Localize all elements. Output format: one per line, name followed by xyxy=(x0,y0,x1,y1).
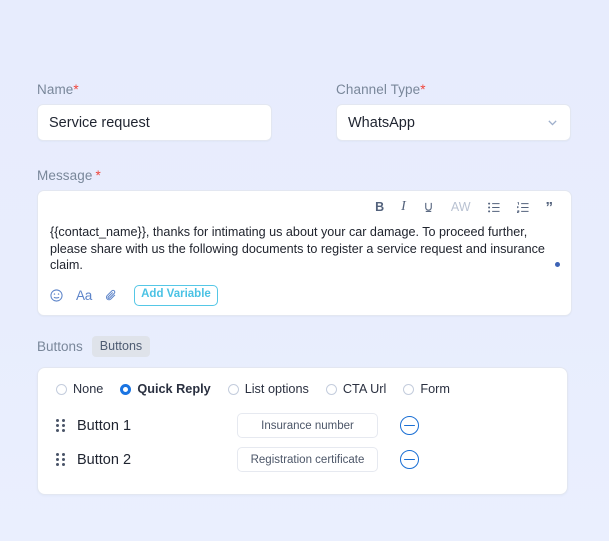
message-editor-footer: Aa Add Variable xyxy=(38,278,571,315)
button-value-input[interactable]: Insurance number xyxy=(237,413,378,438)
tab-buttons[interactable]: Buttons xyxy=(91,335,151,357)
name-label: Name* xyxy=(37,82,272,97)
radio-indicator xyxy=(227,383,239,395)
top-field-row: Name* Service request Channel Type* What… xyxy=(37,0,572,141)
channel-type-required-asterisk: * xyxy=(420,82,426,97)
bulleted-list-icon[interactable] xyxy=(487,202,500,213)
radio-option-list-options[interactable]: List options xyxy=(227,382,309,396)
add-variable-button[interactable]: Add Variable xyxy=(134,285,218,306)
message-format-toolbar: B I AW ” xyxy=(38,191,571,220)
table-row: Button 2 Registration certificate xyxy=(56,444,549,475)
radio-label: List options xyxy=(244,382,309,396)
message-label: Message * xyxy=(37,168,572,183)
radio-label: None xyxy=(73,382,104,396)
channel-type-label-text: Channel Type xyxy=(336,82,421,97)
name-field-group: Name* Service request xyxy=(37,82,272,141)
buttons-section: Buttons Buttons None Quick Reply List op… xyxy=(37,335,572,495)
radio-indicator xyxy=(403,383,415,395)
drag-handle-icon[interactable] xyxy=(56,418,67,433)
radio-indicator xyxy=(325,383,337,395)
radio-option-none[interactable]: None xyxy=(56,382,103,396)
channel-type-value: WhatsApp xyxy=(348,114,415,131)
name-input-value: Service request xyxy=(49,114,150,131)
blockquote-icon[interactable]: ” xyxy=(546,200,554,215)
button-type-radio-group: None Quick Reply List options CTA Url Fo… xyxy=(56,382,549,396)
channel-type-label: Channel Type* xyxy=(336,82,571,97)
name-label-text: Name xyxy=(37,82,74,97)
name-input[interactable]: Service request xyxy=(37,104,272,141)
strikethrough-icon[interactable] xyxy=(423,201,434,213)
button-row-label: Button 2 xyxy=(77,451,132,468)
channel-type-field-group: Channel Type* WhatsApp xyxy=(336,82,571,141)
radio-label: Form xyxy=(420,382,450,396)
attachment-icon[interactable] xyxy=(105,289,118,302)
buttons-label: Buttons xyxy=(37,338,83,354)
message-label-text: Message xyxy=(37,168,93,183)
table-row: Button 1 Insurance number xyxy=(56,410,549,441)
channel-type-select[interactable]: WhatsApp xyxy=(336,104,571,141)
form-page: Name* Service request Channel Type* What… xyxy=(0,0,609,541)
radio-option-form[interactable]: Form xyxy=(403,382,450,396)
text-format-icon[interactable]: Aa xyxy=(76,288,92,303)
radio-label: CTA Url xyxy=(342,382,387,396)
button-row-label: Button 1 xyxy=(77,417,132,434)
minus-circle-icon[interactable] xyxy=(400,450,419,469)
name-required-asterisk: * xyxy=(73,82,79,97)
drag-handle-icon[interactable] xyxy=(56,452,67,467)
emoji-icon[interactable] xyxy=(50,289,63,302)
message-editor-card: B I AW ” {{contact_name}}, thanks for in… xyxy=(37,190,572,316)
message-indicator-dot xyxy=(555,262,560,267)
clear-formatting-icon[interactable]: AW xyxy=(451,201,471,214)
buttons-section-header: Buttons Buttons xyxy=(37,335,572,357)
button-value-input[interactable]: Registration certificate xyxy=(237,447,378,472)
italic-icon[interactable]: I xyxy=(401,200,406,214)
message-text[interactable]: {{contact_name}}, thanks for intimating … xyxy=(38,220,571,278)
chevron-down-icon xyxy=(548,120,557,126)
radio-indicator xyxy=(120,383,132,395)
radio-label: Quick Reply xyxy=(137,382,211,396)
message-field-group: Message * B I AW ” {{contact_name}}, than… xyxy=(37,168,572,316)
bold-icon[interactable]: B xyxy=(375,201,384,214)
minus-circle-icon[interactable] xyxy=(400,416,419,435)
message-required-asterisk: * xyxy=(95,168,101,183)
radio-option-quick-reply[interactable]: Quick Reply xyxy=(120,382,211,396)
numbered-list-icon[interactable] xyxy=(516,201,529,213)
buttons-card: None Quick Reply List options CTA Url Fo… xyxy=(37,367,568,495)
radio-option-cta-url[interactable]: CTA Url xyxy=(325,382,387,396)
radio-indicator xyxy=(56,383,67,395)
